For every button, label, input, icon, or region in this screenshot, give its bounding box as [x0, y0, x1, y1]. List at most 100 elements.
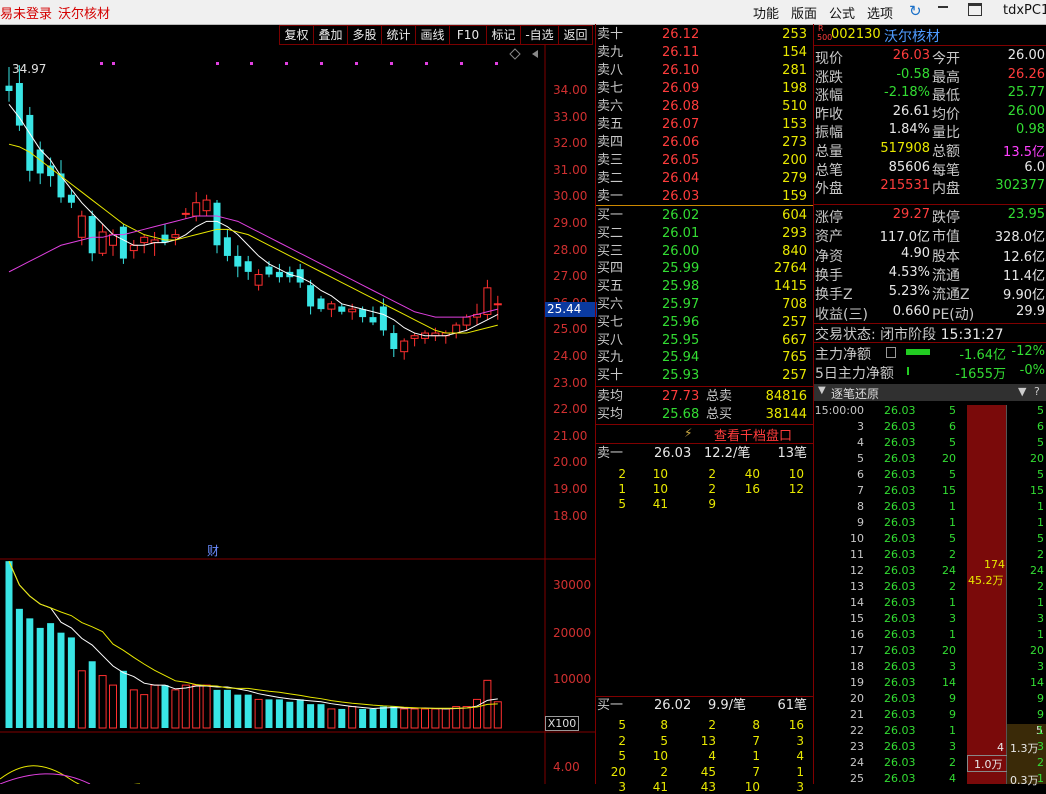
finance-marker[interactable]: 财: [207, 542, 219, 559]
ask-row[interactable]: 卖八 26.10 281: [596, 62, 811, 79]
vol-unit-label: X100: [545, 716, 579, 731]
volume-bar: [265, 699, 273, 728]
help-icon[interactable]: ?: [1034, 385, 1040, 398]
list-icon[interactable]: [886, 347, 896, 358]
tick-volume: 3: [949, 740, 956, 753]
tick-time: 8: [857, 500, 864, 513]
queue-cell: 13: [700, 733, 716, 748]
quote-label: 最低: [932, 88, 960, 105]
tick-price: 26.03: [884, 404, 916, 417]
qianqiao-button[interactable]: 查看千档盘口: [714, 425, 792, 444]
tick-volume-right: 6: [1037, 420, 1044, 433]
bid-volume: 765: [782, 350, 807, 366]
ask-row[interactable]: 卖九 26.11 154: [596, 44, 811, 61]
draw-line-button[interactable]: 画线: [415, 25, 450, 45]
overlay-button[interactable]: 叠加: [313, 25, 348, 45]
menu-function[interactable]: 功能: [753, 3, 779, 22]
tick-row: 8 26.03 1 1: [814, 499, 1046, 515]
tick-volume-right: 3: [1037, 740, 1044, 753]
ask-row[interactable]: 卖六 26.08 510: [596, 98, 811, 115]
multi-stock-button[interactable]: 多股: [347, 25, 382, 45]
bid-row[interactable]: 买七 25.96 257: [596, 314, 811, 331]
ask-volume: 198: [782, 81, 807, 96]
tick-row: 9 26.03 1 1: [814, 515, 1046, 531]
filter-icon[interactable]: ▼: [1018, 385, 1026, 398]
current-price-tag: 25.44: [545, 302, 597, 317]
ask-row[interactable]: 卖三 26.05 200: [596, 152, 811, 169]
queue-cell: 2: [708, 718, 716, 732]
minimize-icon[interactable]: [938, 6, 948, 8]
event-dot: [355, 62, 358, 65]
ask-row[interactable]: 卖十 26.12 253: [596, 26, 811, 43]
bid-row[interactable]: 买八 25.95 667: [596, 332, 811, 349]
bid-row[interactable]: 买九 25.94 765: [596, 349, 811, 366]
bid-row[interactable]: 买六 25.97 708: [596, 296, 811, 313]
quote-label: 资产: [815, 229, 843, 246]
quote-value: 215531: [880, 178, 930, 194]
volume-bar: [493, 701, 502, 729]
tick-volume-right: 5: [1037, 404, 1044, 417]
menu-layout[interactable]: 版面: [791, 3, 817, 22]
candle-body: [161, 234, 169, 243]
quote-row: 资产 117.0亿 市值 328.0亿: [814, 226, 1046, 246]
add-watchlist-button[interactable]: -自选: [520, 25, 559, 45]
bid-row[interactable]: 买三 26.00 840: [596, 243, 811, 260]
scroll-left-icon: [532, 50, 538, 58]
volume-bar: [359, 708, 367, 728]
login-status[interactable]: 易未登录: [0, 3, 52, 22]
restore-icon[interactable]: [968, 3, 982, 16]
bid-row[interactable]: 买十 25.93 257: [596, 367, 811, 384]
volume-bar: [77, 670, 86, 729]
bid-volume: 667: [782, 332, 807, 348]
bid-row[interactable]: 买二 26.01 293: [596, 225, 811, 242]
refresh-icon[interactable]: ↻: [909, 2, 925, 20]
quote-value: 11.4亿: [1003, 268, 1045, 284]
back-button[interactable]: 返回: [558, 25, 593, 45]
tick-volume: 2: [949, 580, 956, 593]
kline-chart[interactable]: [0, 44, 595, 784]
tick-row: 7 26.03 15 15: [814, 483, 1046, 499]
event-dot: [250, 62, 253, 65]
tick-volume: 2: [949, 756, 956, 769]
bid-row[interactable]: 买一 26.02 604: [596, 207, 811, 224]
queue-cell: 3: [618, 780, 626, 794]
trade-time: 15:31:27: [940, 327, 1004, 343]
menu-formula[interactable]: 公式: [829, 3, 855, 22]
f10-button[interactable]: F10: [449, 25, 487, 45]
ask-row[interactable]: 卖七 26.09 198: [596, 80, 811, 97]
tick-row: 12 26.03 24 24: [814, 563, 1046, 579]
bid-price: 26.01: [662, 225, 700, 241]
tick-volume: 3: [949, 612, 956, 625]
quote-value: 85606: [888, 159, 930, 175]
bid-level-label: 买六: [597, 297, 624, 312]
bid-row[interactable]: 买五 25.98 1415: [596, 278, 811, 295]
ask-level-label: 卖六: [597, 99, 624, 114]
menu-options[interactable]: 选项: [867, 3, 893, 22]
queue-cell: 3: [796, 733, 804, 748]
volume-bar: [15, 608, 23, 728]
bid-row[interactable]: 买四 25.99 2764: [596, 260, 811, 277]
ask-level-label: 卖七: [597, 81, 624, 96]
queue-cell: 1: [618, 482, 626, 496]
tick-volume: 1: [949, 596, 956, 609]
queue-cell: 12: [788, 482, 804, 496]
queue-cell: 8: [752, 718, 760, 732]
bid-price: 26.00: [662, 243, 700, 259]
mark-button[interactable]: 标记: [486, 25, 521, 45]
tick-volume: 2: [949, 548, 956, 561]
ask-row[interactable]: 卖一 26.03 159: [596, 188, 811, 205]
quote-row: 净资 4.90 股本 12.6亿: [814, 246, 1046, 265]
ask-row[interactable]: 卖二 26.04 279: [596, 170, 811, 187]
stats-button[interactable]: 统计: [381, 25, 416, 45]
fuquan-button[interactable]: 复权: [279, 25, 314, 45]
price-axis-label: 30.00: [553, 189, 588, 204]
buy-total: 38144: [765, 407, 807, 422]
tick-time: 13: [850, 580, 864, 593]
tick-volume: 15: [942, 484, 956, 497]
collapse-icon[interactable]: ▼: [818, 385, 826, 396]
sell-avg: 27.73: [662, 389, 700, 404]
ask-row[interactable]: 卖四 26.06 273: [596, 134, 811, 151]
ask-row[interactable]: 卖五 26.07 153: [596, 116, 811, 133]
volume-bar: [129, 689, 138, 729]
tick-volume-right: 1: [1037, 516, 1044, 529]
